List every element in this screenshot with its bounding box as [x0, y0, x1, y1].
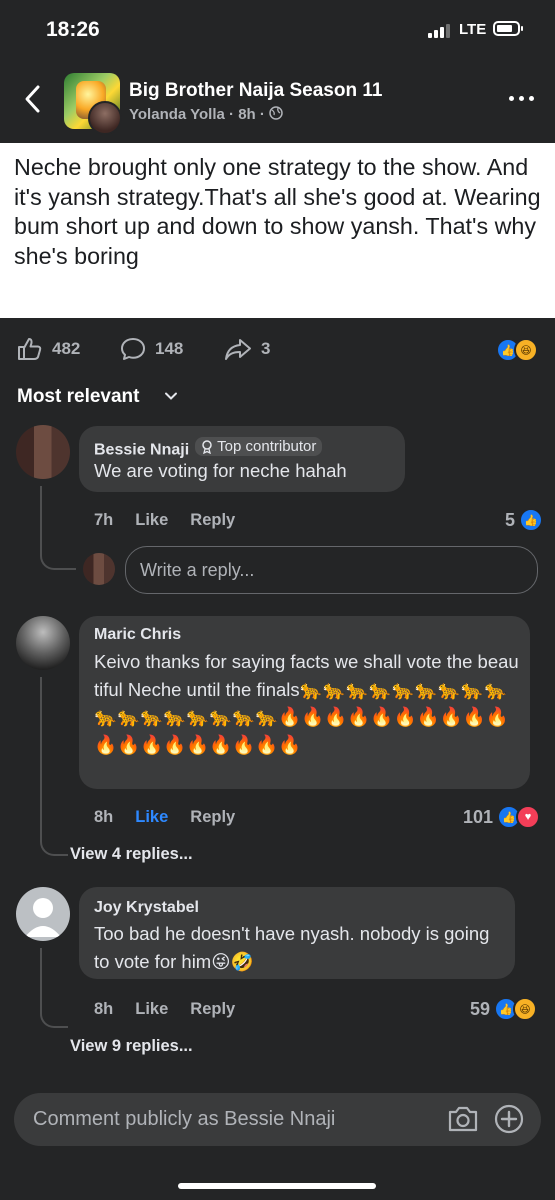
- top-contributor-badge: Top contributor: [195, 437, 323, 456]
- author-avatar[interactable]: [88, 101, 122, 135]
- comment-bubble[interactable]: Maric Chris Keivo thanks for saying fact…: [79, 616, 530, 789]
- status-time: 18:26: [46, 18, 100, 41]
- badge-label: Top contributor: [217, 438, 317, 455]
- like-count: 482: [52, 339, 81, 358]
- comment-time[interactable]: 7h: [94, 511, 113, 530]
- plus-circle-icon[interactable]: [494, 1104, 524, 1134]
- meta-separator: ·: [229, 106, 235, 123]
- camera-icon[interactable]: [447, 1105, 479, 1133]
- reply-thread-line: [40, 486, 76, 570]
- back-arrow-icon[interactable]: [22, 84, 44, 114]
- reaction-count: 101: [463, 806, 494, 827]
- love-reaction-icon: ♥: [516, 805, 541, 829]
- comment-reactions[interactable]: 59 👍 😆: [470, 997, 538, 1021]
- my-avatar: [83, 553, 115, 585]
- comment-actions: 7h Like Reply: [94, 511, 235, 530]
- comment-text: Too bad he doesn't have nyash. nobody is…: [94, 923, 490, 972]
- view-replies-link[interactable]: View 4 replies...: [70, 845, 193, 864]
- commenter-avatar[interactable]: [16, 425, 70, 479]
- share-count: 3: [261, 339, 271, 358]
- share-arrow-icon: [225, 339, 251, 360]
- reaction-summary[interactable]: 👍 😆: [496, 338, 538, 362]
- reply-thread-line: [40, 677, 68, 856]
- comment-time[interactable]: 8h: [94, 808, 113, 827]
- comment-actions: 8h Like Reply: [94, 1000, 235, 1019]
- speech-bubble-icon: [121, 338, 145, 360]
- default-avatar[interactable]: [16, 887, 70, 941]
- network-type: LTE: [459, 21, 487, 38]
- meta-separator: ·: [259, 106, 265, 123]
- chevron-down-icon[interactable]: [164, 389, 178, 403]
- share-button[interactable]: 3: [224, 338, 270, 360]
- comment-text: We are voting for neche hahah: [94, 460, 347, 481]
- like-button[interactable]: 482: [17, 338, 80, 360]
- haha-reaction-icon: 😆: [514, 338, 538, 362]
- award-icon: [202, 439, 212, 454]
- globe-icon: [269, 106, 283, 120]
- comment-sort-label[interactable]: Most relevant: [17, 386, 139, 408]
- comment-reactions[interactable]: 5 👍: [505, 508, 544, 532]
- reaction-count: 5: [505, 509, 516, 530]
- comment-bubble[interactable]: Bessie Nnaji Top contributor We are votin…: [79, 426, 405, 492]
- reaction-count: 59: [470, 998, 491, 1019]
- home-indicator: [178, 1183, 376, 1189]
- comment-reply-button[interactable]: Reply: [190, 1000, 235, 1019]
- comment-placeholder: Comment publicly as Bessie Nnaji: [33, 1108, 336, 1130]
- person-silhouette-icon: [25, 898, 61, 937]
- comment-text: Keivo thanks for saying facts we shall v…: [94, 651, 519, 755]
- comment-bubble[interactable]: Joy Krystabel Too bad he doesn't have ny…: [79, 887, 515, 979]
- reply-thread-line: [40, 948, 68, 1028]
- cellular-signal-icon: [428, 24, 452, 38]
- post-text: Neche brought only one strategy to the s…: [14, 154, 541, 270]
- comment-reply-button[interactable]: Reply: [190, 808, 235, 827]
- more-options-icon[interactable]: [509, 96, 535, 104]
- comment-like-button[interactable]: Like: [135, 1000, 168, 1019]
- comment-time[interactable]: 8h: [94, 1000, 113, 1019]
- comment-like-button[interactable]: Like: [135, 511, 168, 530]
- like-reaction-icon: 👍: [519, 508, 544, 532]
- battery-icon: [493, 21, 523, 36]
- comment-like-button[interactable]: Like: [135, 808, 168, 827]
- post-meta: Yolanda Yolla · 8h ·: [129, 106, 283, 123]
- group-name[interactable]: Big Brother Naija Season 11: [129, 80, 382, 102]
- comment-author-name[interactable]: Bessie Nnaji: [94, 442, 189, 459]
- post-time[interactable]: 8h: [238, 106, 256, 123]
- reply-placeholder: Write a reply...: [140, 560, 255, 580]
- haha-reaction-icon: 😆: [513, 997, 538, 1021]
- comment-count: 148: [155, 339, 184, 358]
- comment-author-name[interactable]: Joy Krystabel: [94, 899, 199, 917]
- comment-reactions[interactable]: 101 👍 ♥: [463, 805, 541, 829]
- comment-reply-button[interactable]: Reply: [190, 511, 235, 530]
- comment-author-name[interactable]: Maric Chris: [94, 626, 181, 644]
- commenter-avatar[interactable]: [16, 616, 70, 670]
- view-replies-link[interactable]: View 9 replies...: [70, 1037, 193, 1056]
- reply-input[interactable]: Write a reply...: [125, 546, 538, 594]
- comment-actions: 8h Like Reply: [94, 808, 235, 827]
- comment-button[interactable]: 148: [120, 338, 183, 360]
- thumbs-up-icon: [18, 338, 42, 360]
- author-name[interactable]: Yolanda Yolla: [129, 106, 225, 123]
